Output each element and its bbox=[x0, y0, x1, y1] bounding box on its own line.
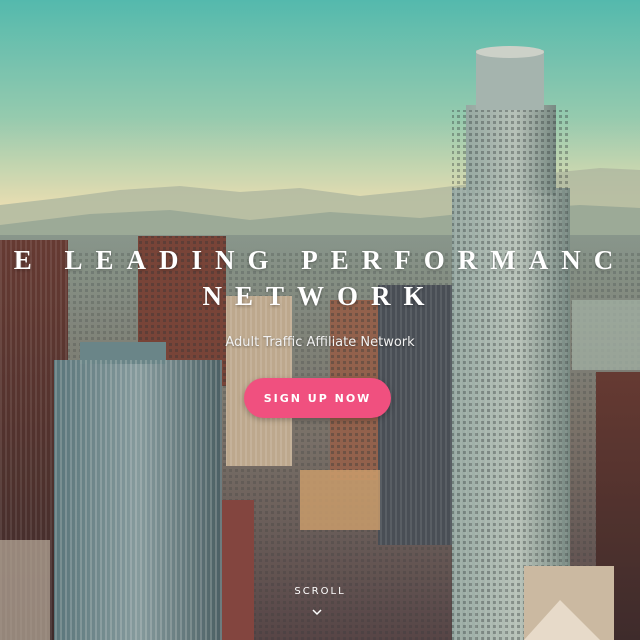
headline-line-2: NETWORK bbox=[202, 281, 438, 311]
headline-line-1: E LEADING PERFORMANC bbox=[13, 245, 627, 275]
city-skyline-background bbox=[0, 0, 640, 640]
hero-section: E LEADING PERFORMANC NETWORK Adult Traff… bbox=[0, 0, 640, 640]
sign-up-now-button[interactable]: SIGN UP NOW bbox=[244, 378, 391, 418]
chevron-down-icon[interactable] bbox=[311, 606, 323, 618]
scroll-label[interactable]: SCROLL bbox=[0, 586, 640, 597]
hero-subtitle: Adult Traffic Affiliate Network bbox=[225, 335, 415, 350]
